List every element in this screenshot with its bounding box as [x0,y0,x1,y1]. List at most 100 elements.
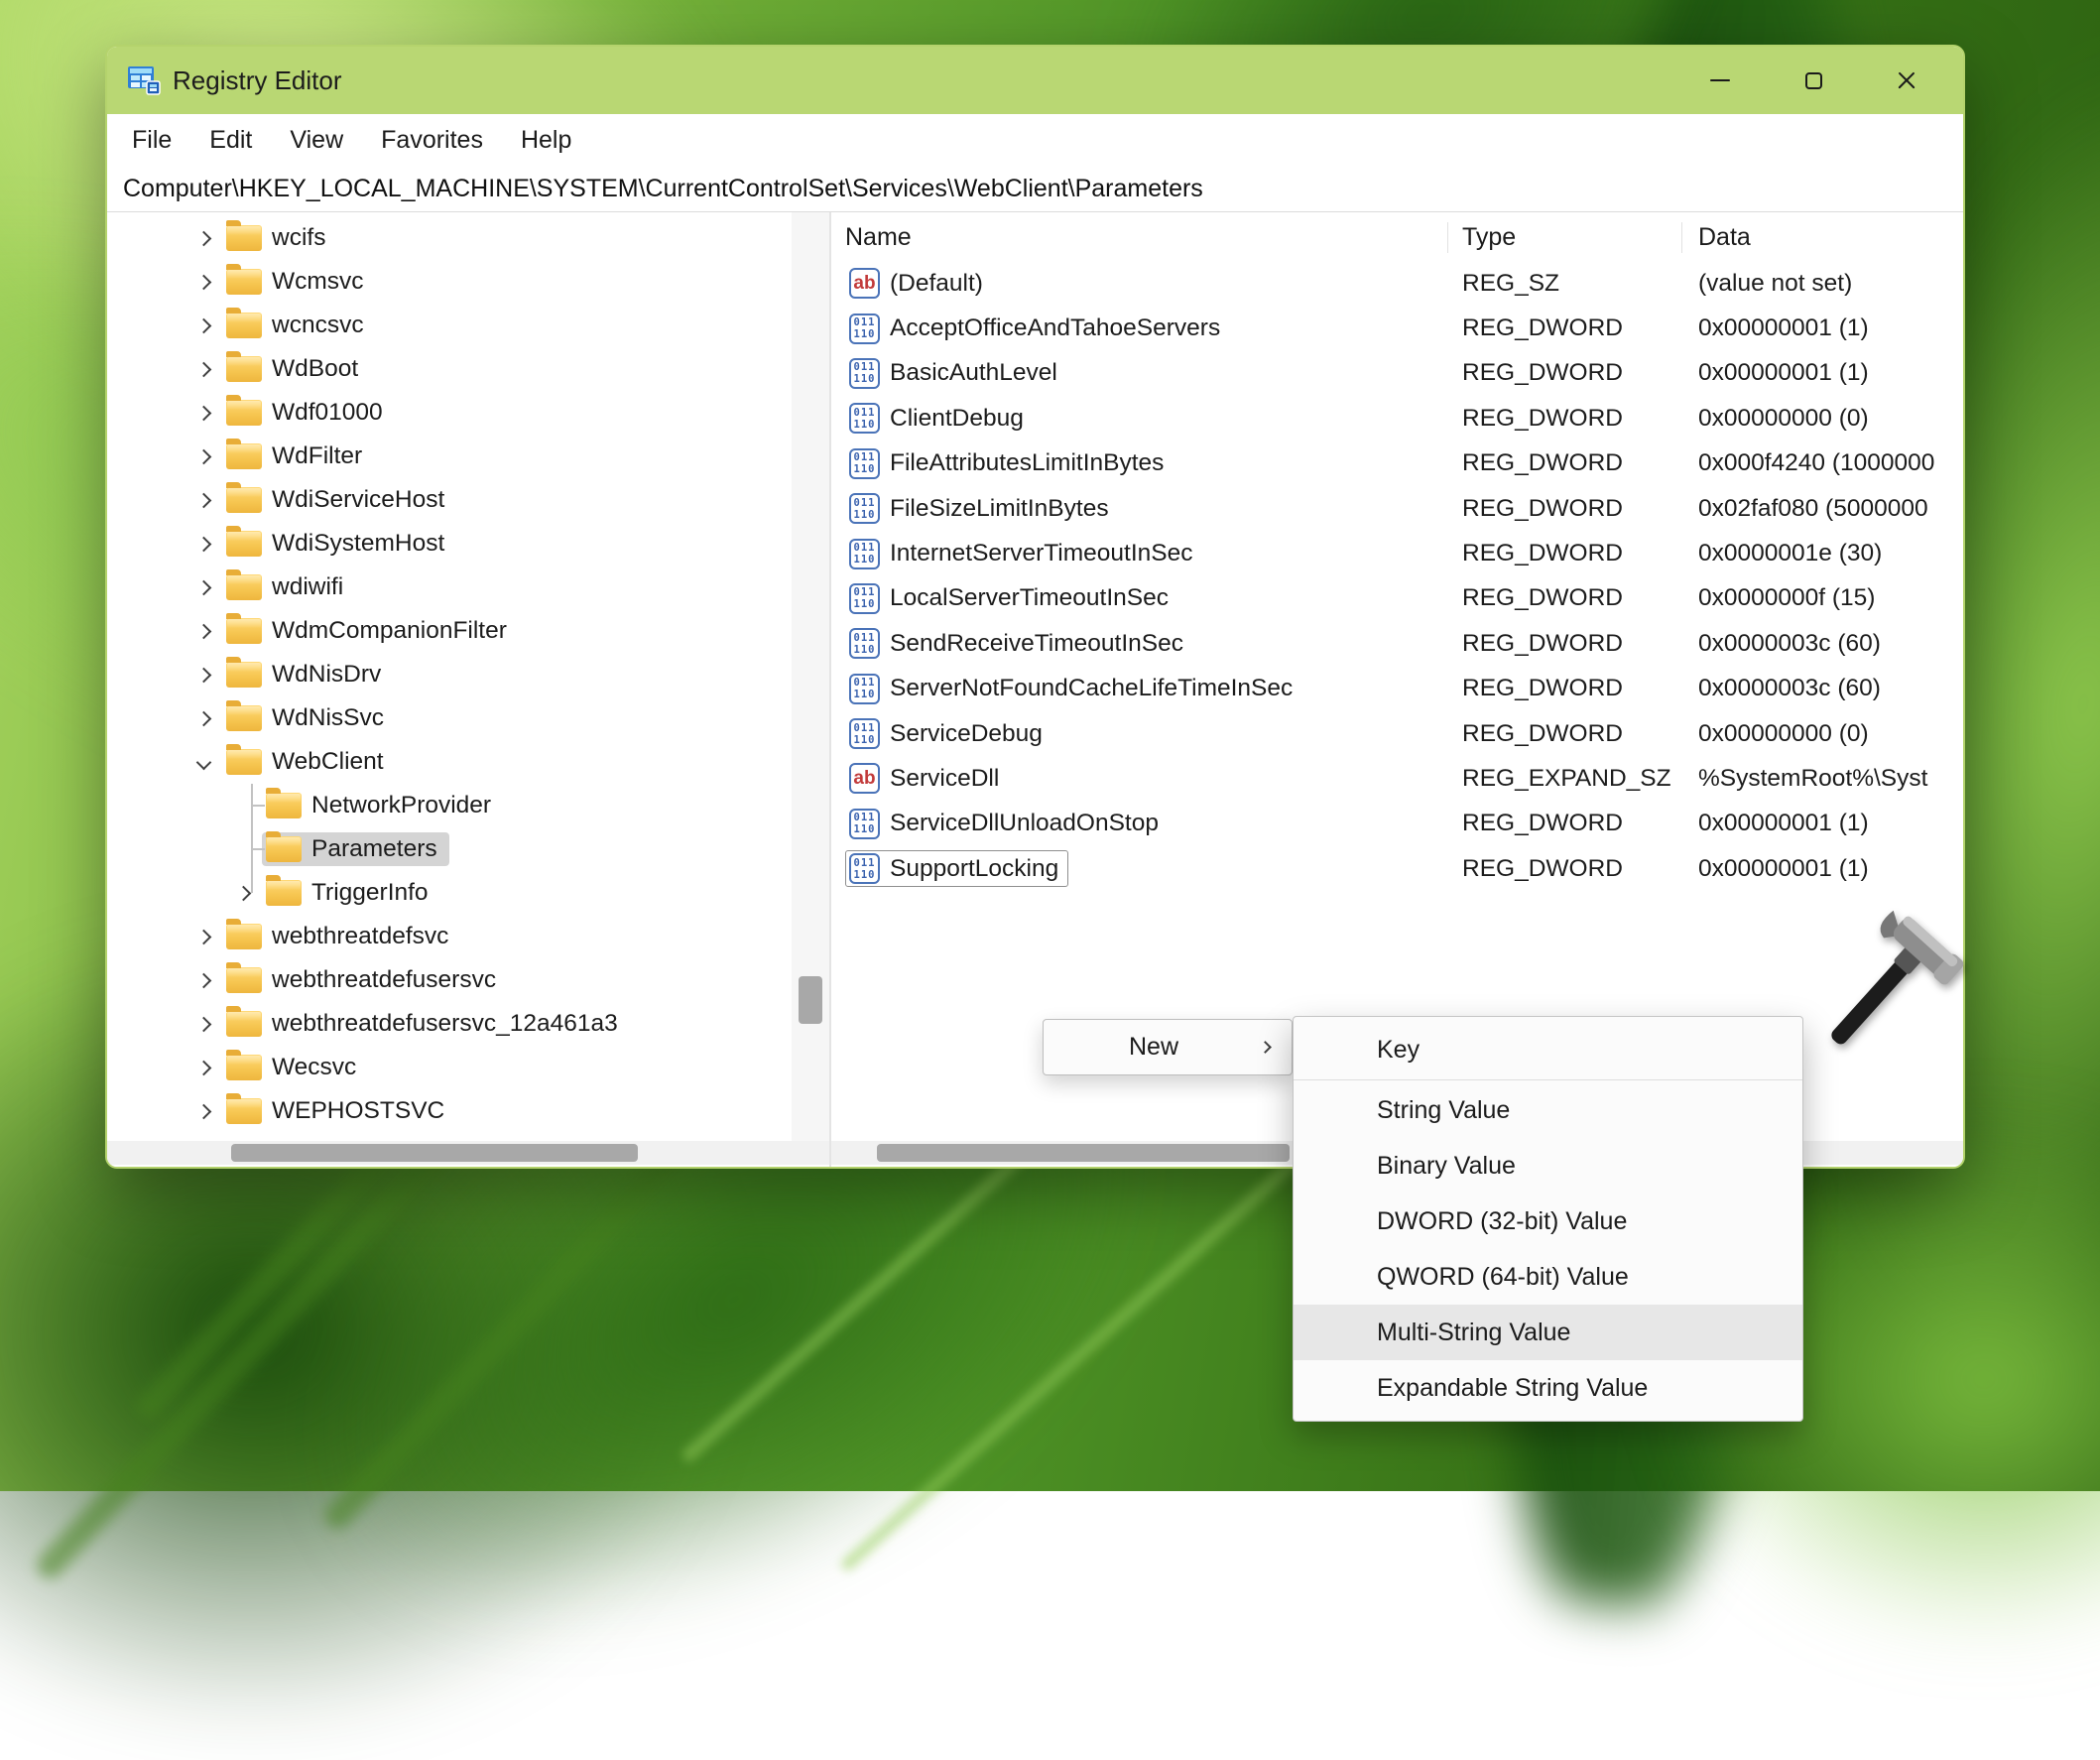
tree-item[interactable]: WdNisDrv [107,653,792,696]
tree-item[interactable]: WdNisSvc [107,696,792,740]
column-header-data[interactable]: Data [1682,222,1963,252]
menu-item-dword-value[interactable]: DWORD (32-bit) Value [1294,1194,1802,1249]
chevron-right-icon[interactable] [185,260,222,304]
registry-value-row[interactable]: abServiceDll REG_EXPAND_SZ %SystemRoot%\… [831,756,1963,801]
scrollbar-thumb[interactable] [231,1144,638,1162]
tree-item[interactable]: wcifs [107,216,792,260]
close-button[interactable] [1860,47,1953,114]
tree-item[interactable]: webthreatdefsvc [107,915,792,958]
tree-item[interactable]: webthreatdefusersvc [107,958,792,1002]
chevron-right-icon[interactable] [185,1046,222,1089]
tree-vertical-scrollbar[interactable] [792,212,829,1141]
menu-edit[interactable]: Edit [190,120,271,161]
tree-item[interactable]: WdFilter [107,435,792,478]
tree-horizontal-scrollbar[interactable] [107,1141,829,1165]
tree-item[interactable]: WdiServiceHost [107,478,792,522]
tree-item[interactable]: WdmCompanionFilter [107,609,792,653]
menu-item-qword-value[interactable]: QWORD (64-bit) Value [1294,1249,1802,1305]
value-data: 0x00000001 (1) [1682,359,1963,387]
folder-icon [266,793,302,818]
folder-icon [226,749,262,775]
value-type: REG_DWORD [1448,720,1682,748]
menu-separator [1294,1079,1802,1080]
chevron-right-icon[interactable] [185,304,222,347]
value-type: REG_EXPAND_SZ [1448,765,1682,793]
registry-value-row[interactable]: 011110AcceptOfficeAndTahoeServers REG_DW… [831,306,1963,350]
registry-value-row[interactable]: 011110ServerNotFoundCacheLifeTimeInSec R… [831,667,1963,711]
tree-item-label: WdBoot [272,355,358,383]
chevron-right-icon[interactable] [185,522,222,566]
value-name: LocalServerTimeoutInSec [890,584,1169,612]
chevron-right-icon[interactable] [185,958,222,1002]
tree-item[interactable]: webthreatdefusersvc_12a461a3 [107,1002,792,1046]
menu-item-key[interactable]: Key [1294,1022,1802,1077]
tree-item[interactable]: TriggerInfo [107,871,792,915]
menu-item-expandable-string-value[interactable]: Expandable String Value [1294,1360,1802,1416]
menu-help[interactable]: Help [502,120,590,161]
folder-icon [226,531,262,557]
menu-favorites[interactable]: Favorites [362,120,502,161]
dword-value-icon: 011110 [849,718,880,749]
chevron-right-icon[interactable] [185,478,222,522]
context-menu-item-new[interactable]: New [1043,1019,1293,1075]
tree-item[interactable]: WdBoot [107,347,792,391]
chevron-right-icon[interactable] [224,871,262,915]
registry-value-row[interactable]: 011110SendReceiveTimeoutInSec REG_DWORD … [831,621,1963,666]
chevron-down-icon[interactable] [185,740,222,784]
value-type: REG_DWORD [1448,855,1682,883]
chevron-right-icon[interactable] [185,915,222,958]
registry-value-row[interactable]: 011110ServiceDebug REG_DWORD 0x00000000 … [831,711,1963,756]
chevron-right-icon[interactable] [185,609,222,653]
column-header-name[interactable]: Name [831,222,1448,252]
registry-value-row[interactable]: 011110InternetServerTimeoutInSec REG_DWO… [831,531,1963,575]
menu-view[interactable]: View [271,120,362,161]
registry-value-row[interactable]: 011110FileSizeLimitInBytes REG_DWORD 0x0… [831,486,1963,531]
minimize-button[interactable] [1673,47,1767,114]
menu-file[interactable]: File [113,120,190,161]
chevron-right-icon[interactable] [185,653,222,696]
tree-item[interactable]: WdiSystemHost [107,522,792,566]
registry-value-row[interactable]: 011110FileAttributesLimitInBytes REG_DWO… [831,441,1963,486]
chevron-right-icon[interactable] [185,1002,222,1046]
chevron-right-icon[interactable] [185,391,222,435]
focused-value-name-box[interactable]: 011110SupportLocking [845,850,1068,887]
tree-item[interactable]: wdiwifi [107,566,792,609]
value-data: 0x00000001 (1) [1682,810,1963,837]
tree-item[interactable]: Wcmsvc [107,260,792,304]
registry-value-row[interactable]: 011110LocalServerTimeoutInSec REG_DWORD … [831,576,1963,621]
registry-value-row[interactable]: 011110ServiceDllUnloadOnStop REG_DWORD 0… [831,802,1963,846]
chevron-right-icon[interactable] [185,1089,222,1133]
chevron-right-icon[interactable] [185,347,222,391]
registry-value-row[interactable]: 011110ClientDebug REG_DWORD 0x00000000 (… [831,396,1963,440]
registry-value-row[interactable]: ab(Default) REG_SZ (value not set) [831,261,1963,306]
value-name: BasicAuthLevel [890,359,1057,387]
scrollbar-thumb[interactable] [877,1144,1290,1162]
value-data: 0x00000001 (1) [1682,855,1963,883]
address-bar[interactable]: Computer\HKEY_LOCAL_MACHINE\SYSTEM\Curre… [107,166,1963,212]
dword-value-icon: 011110 [849,853,880,884]
tree-item[interactable]: Wdf01000 [107,391,792,435]
tree-item[interactable]: WEPHOSTSVC [107,1089,792,1133]
chevron-right-icon[interactable] [185,435,222,478]
titlebar[interactable]: Registry Editor [107,47,1963,114]
registry-value-row-supportlocking[interactable]: 011110SupportLocking REG_DWORD 0x0000000… [831,846,1963,891]
value-type: REG_DWORD [1448,405,1682,433]
tree-item[interactable]: NetworkProvider [107,784,792,827]
menu-item-multi-string-value[interactable]: Multi-String Value [1294,1305,1802,1360]
scrollbar-thumb[interactable] [799,976,822,1024]
folder-icon [226,487,262,513]
tree-item-webclient[interactable]: WebClient [107,740,792,784]
tree-item[interactable]: Wecsvc [107,1046,792,1089]
tree-item[interactable]: wcncsvc [107,304,792,347]
tree-item-parameters-selected[interactable]: Parameters [107,827,792,871]
maximize-button[interactable] [1767,47,1860,114]
dword-value-icon: 011110 [849,403,880,434]
menu-item-binary-value[interactable]: Binary Value [1294,1138,1802,1194]
registry-value-row[interactable]: 011110BasicAuthLevel REG_DWORD 0x0000000… [831,351,1963,396]
menu-item-string-value[interactable]: String Value [1294,1082,1802,1138]
chevron-right-icon[interactable] [185,566,222,609]
column-header-type[interactable]: Type [1448,222,1682,252]
chevron-right-icon[interactable] [185,216,222,260]
chevron-right-icon[interactable] [185,696,222,740]
value-name: ServiceDebug [890,720,1043,748]
